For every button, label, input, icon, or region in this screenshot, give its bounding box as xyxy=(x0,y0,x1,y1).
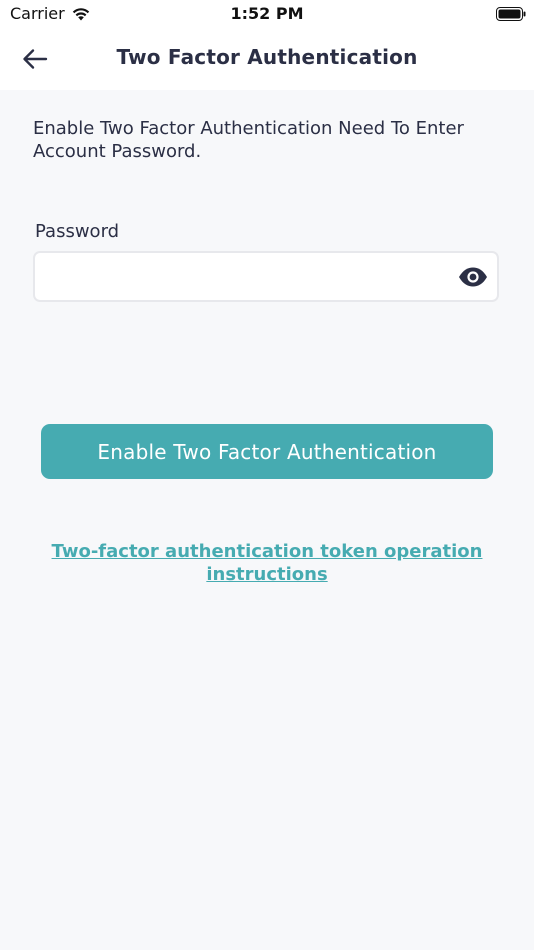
instructions-link[interactable]: Two-factor authentication token operatio… xyxy=(40,540,494,586)
toggle-password-visibility-button[interactable] xyxy=(457,263,489,291)
nav-bar: Two Factor Authentication xyxy=(0,28,534,90)
password-field xyxy=(33,251,499,302)
status-bar: Carrier 1:52 PM xyxy=(0,0,534,28)
enable-2fa-button[interactable]: Enable Two Factor Authentication xyxy=(41,424,493,479)
password-input[interactable] xyxy=(45,253,449,302)
password-label: Password xyxy=(35,221,120,242)
two-factor-screen: Carrier 1:52 PM Two Factor Authenticatio… xyxy=(0,0,534,950)
page-title: Two Factor Authentication xyxy=(116,45,418,69)
status-time: 1:52 PM xyxy=(230,4,304,23)
intro-text: Enable Two Factor Authentication Need To… xyxy=(33,118,464,162)
battery-icon xyxy=(496,7,526,21)
eye-icon xyxy=(459,267,487,287)
